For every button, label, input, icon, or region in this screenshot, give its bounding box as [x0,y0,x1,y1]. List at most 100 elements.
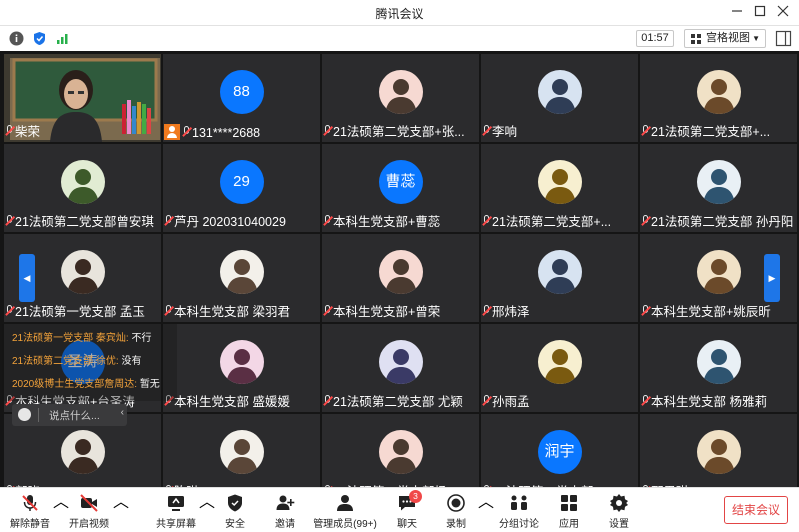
avatar [696,160,741,204]
chat-sender: 21法硕第一党支部 秦宾灿: [12,333,129,344]
participant-name: 本科生党支部+曹蕊 [333,215,441,229]
settings-label: 设置 [609,519,629,530]
close-icon[interactable] [773,3,793,23]
info-icon[interactable] [9,31,24,46]
share-screen-icon [168,496,184,511]
participant-tile[interactable]: 邢炜泽 [481,234,638,322]
mic-muted-icon [182,126,192,138]
avatar [60,430,105,474]
participant-tile[interactable]: 88 131****2688 [163,54,320,142]
chat-text: 不行 [131,333,152,344]
record-options-chevron[interactable]: ︿ [478,488,494,532]
mic-muted-icon [164,305,174,317]
chat-button[interactable]: 3 聊天 [388,488,426,532]
participant-tile[interactable]: 李响 [481,54,638,142]
next-page-button[interactable]: ▶ [764,254,780,302]
record-button[interactable]: 录制 [438,488,474,532]
title-bar: 腾讯会议 [0,0,799,26]
participant-name: 本科生党支部 杨雅莉 [651,395,767,409]
chat-message: 21法硕第一党支部 秦宾灿: 不行 [12,327,172,350]
participant-tile[interactable]: 本科生党支部 盛媛媛 [163,324,320,412]
participant-tile[interactable]: 曹蕊 本科生党支部+曹蕊 [322,144,479,232]
participant-tile[interactable]: 孙雨孟 [481,324,638,412]
participant-tile[interactable]: 润宇21法硕第二党支部... [481,414,638,487]
manage-participants-button[interactable]: 管理成员(99+) [310,488,380,532]
participant-name: 21法硕第二党支部+... [651,125,771,139]
view-mode-dropdown[interactable]: 宫格视图 ▼ [684,29,766,48]
participant-tile[interactable]: 21法硕第二党支部+... [481,144,638,232]
record-icon [447,494,465,512]
participant-tile[interactable]: 21法硕第二党支部 尤颖 [322,324,479,412]
invite-label: 邀请 [275,519,295,530]
mic-muted-icon [5,125,15,137]
breakout-rooms-label: 分组讨论 [499,519,539,530]
participant-name-row: 21法硕第一党支部 孟玉 [5,304,159,320]
participant-tile[interactable]: 本科生党支部 杨雅莉 [640,324,797,412]
participant-name: 本科生党支部+曾荣 [333,305,441,319]
participant-name-row: 131****2688 [164,124,318,140]
maximize-icon[interactable] [750,3,770,23]
mic-muted-icon [5,215,15,227]
participant-tile[interactable]: 21法硕第二党支部+张... [322,54,479,142]
share-screen-button[interactable]: 共享屏幕 [150,488,202,532]
meeting-window: 腾讯会议 01:57 宫格视图 ▼ 柴荣 88 131****2688 21法硕… [0,0,799,532]
unmute-button[interactable]: 解除静音 [2,488,58,532]
avatar [378,430,423,474]
apps-button[interactable]: 应用 [551,488,587,532]
mic-muted-icon [22,495,38,511]
collapse-icon[interactable] [775,30,792,47]
signal-icon[interactable] [55,31,70,46]
participant-tile[interactable]: 柴荣 [4,54,161,142]
bottom-toolbar: 解除静音 ︿ 开启视频 ︿ 共享屏幕 ︿ 安全 邀请 管理成员(99+) 3 聊… [0,487,799,532]
security-shield-icon[interactable] [32,31,47,46]
participant-tile[interactable]: 陈琳 [163,414,320,487]
video-options-chevron[interactable]: ︿ [113,488,129,532]
chevron-down-icon: ▼ [752,34,760,43]
participant-name: 21法硕第二党支部 孙丹阳 [651,215,794,229]
participant-tile[interactable]: 21法硕第二党支部曾安琪 [4,144,161,232]
participant-name-row: 21法硕第二党支部 孙丹阳 [641,214,795,230]
participant-tile[interactable]: 邵思琪 [640,414,797,487]
mic-muted-icon [164,215,174,227]
grid-view-icon [691,34,701,44]
avatar [696,430,741,474]
invite-button[interactable]: 邀请 [265,488,305,532]
breakout-rooms-button[interactable]: 分组讨论 [494,488,544,532]
emoji-icon[interactable] [18,408,31,421]
gear-icon [610,494,628,512]
participant-tile[interactable]: 21法硕第二党支部+... [640,54,797,142]
participant-tile[interactable]: 21法硕第二党支部 孙丹阳 [640,144,797,232]
security-label: 安全 [225,519,245,530]
security-button[interactable]: 安全 [215,488,255,532]
participant-name: 21法硕第二党支部+... [492,215,612,229]
participant-name-row: 本科生党支部+曹蕊 [323,214,477,230]
participant-name-row: 21法硕第二党支部曾安琪 [5,214,159,230]
participant-name: 本科生党支部 盛媛媛 [174,395,290,409]
settings-button[interactable]: 设置 [601,488,637,532]
prev-page-button[interactable]: ◀ [19,254,35,302]
participant-name-row: 本科生党支部+姚辰昕 [641,304,795,320]
avatar [537,70,582,114]
record-label: 录制 [446,519,466,530]
avatar [378,250,423,294]
start-video-button[interactable]: 开启视频 [62,488,116,532]
chevron-right-icon: ▶ [768,273,776,283]
end-meeting-button[interactable]: 结束会议 [724,496,788,524]
participant-tile[interactable]: 29 芦丹 202031040029 [163,144,320,232]
chat-message: 2020级博士生党支部詹周达: 暂无 [12,373,172,396]
participant-tile[interactable]: 本科生党支部+曾荣 [322,234,479,322]
participant-name-row: 21法硕第二党支部+... [482,214,636,230]
apps-grid-icon [561,495,577,511]
mic-muted-icon [482,215,492,227]
shield-icon [228,494,242,512]
share-screen-label: 共享屏幕 [156,519,196,530]
share-options-chevron[interactable]: ︿ [199,488,215,532]
chat-input[interactable]: 说点什么... ‹ [12,404,127,426]
mic-muted-icon [5,305,15,317]
avatar [378,340,423,384]
chevron-left-icon[interactable]: ‹ [121,407,124,418]
mic-muted-icon [323,395,333,407]
participant-tile[interactable]: 21法硕第二党支部杨... [322,414,479,487]
minimize-icon[interactable] [727,3,747,23]
participant-tile[interactable]: 本科生党支部 梁羽君 [163,234,320,322]
